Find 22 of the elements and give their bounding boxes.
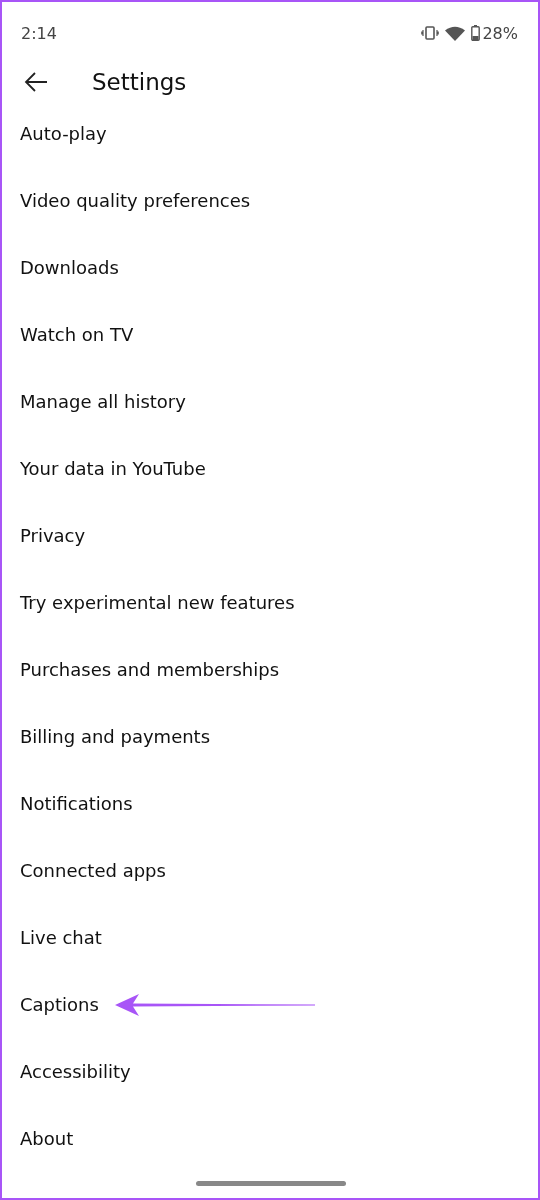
settings-item[interactable]: Privacy: [20, 525, 86, 546]
page-title: Settings: [92, 69, 187, 95]
wifi-icon: [445, 25, 466, 41]
settings-item[interactable]: Watch on TV: [20, 324, 134, 345]
status-time: 2:14: [21, 23, 57, 43]
settings-item[interactable]: Purchases and memberships: [20, 659, 280, 680]
settings-item[interactable]: Your data in YouTube: [20, 458, 206, 479]
battery-percent: 28%: [482, 23, 518, 43]
vibrate-icon: [421, 26, 440, 40]
settings-item[interactable]: Live chat: [20, 927, 102, 948]
settings-item[interactable]: Auto-play: [20, 123, 107, 144]
settings-item[interactable]: Downloads: [20, 257, 119, 278]
settings-item[interactable]: Billing and payments: [20, 726, 211, 747]
settings-item[interactable]: Captions: [20, 994, 99, 1015]
settings-item[interactable]: Manage all history: [20, 391, 186, 412]
settings-item[interactable]: Video quality preferences: [20, 190, 251, 211]
settings-item[interactable]: Connected apps: [20, 860, 166, 881]
settings-item[interactable]: Notifications: [20, 793, 133, 814]
battery-icon: [471, 25, 481, 41]
settings-item[interactable]: Try experimental new features: [20, 592, 295, 613]
settings-item[interactable]: About: [20, 1128, 74, 1149]
settings-item[interactable]: Accessibility: [20, 1061, 131, 1082]
